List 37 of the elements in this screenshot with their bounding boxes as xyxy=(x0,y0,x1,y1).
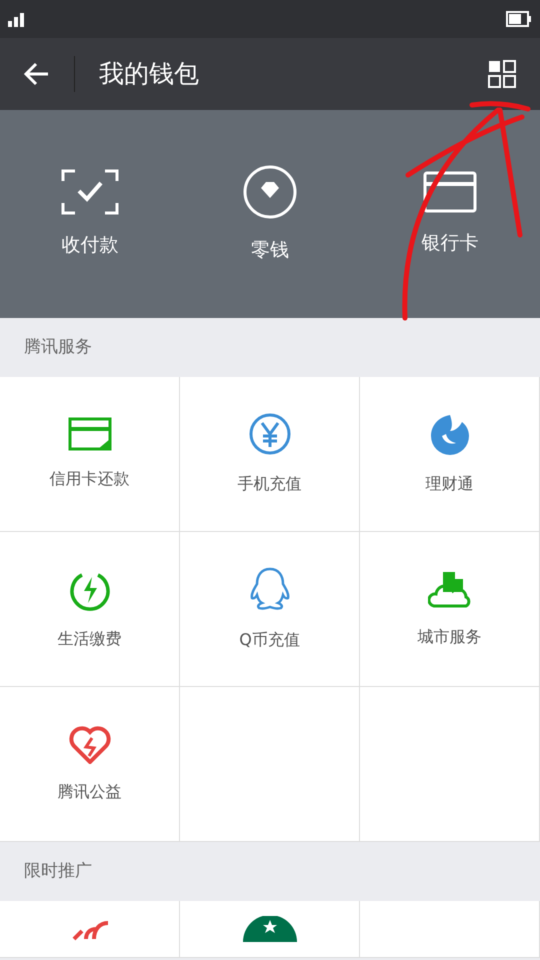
service-label: 腾讯公益 xyxy=(58,781,122,803)
service-label: 理财通 xyxy=(426,473,474,495)
service-tile[interactable] xyxy=(0,901,180,958)
service-tile[interactable]: 信用卡还款 xyxy=(0,377,180,532)
action-label: 零钱 xyxy=(251,238,289,263)
penguin-icon xyxy=(250,566,290,612)
service-tile[interactable] xyxy=(180,901,360,958)
battery-icon xyxy=(506,11,532,27)
service-tile[interactable]: 腾讯公益 xyxy=(0,687,180,842)
grid-menu-icon[interactable] xyxy=(488,60,516,88)
scan-frame-icon xyxy=(61,168,119,215)
service-label: 城市服务 xyxy=(418,626,482,648)
service-label: 手机充值 xyxy=(238,473,302,495)
service-tile[interactable]: 城市服务 xyxy=(360,532,540,687)
page-title: 我的钱包 xyxy=(99,58,199,90)
service-label: 信用卡还款 xyxy=(50,468,130,490)
service-tile[interactable]: 生活缴费 xyxy=(0,532,180,687)
service-tile[interactable]: 手机充值 xyxy=(180,377,360,532)
service-tile[interactable]: Q币充值 xyxy=(180,532,360,687)
service-tile[interactable]: 理财通 xyxy=(360,377,540,532)
heart-icon xyxy=(68,724,112,764)
yen-coin-icon xyxy=(248,412,292,456)
section-title: 限时推广 xyxy=(24,860,92,883)
action-label: 银行卡 xyxy=(422,230,478,256)
service-label: Q币充值 xyxy=(239,629,300,651)
wallet-action[interactable]: 收付款 xyxy=(0,168,180,260)
city-cloud-icon xyxy=(428,569,472,609)
round-star-logo-icon xyxy=(242,916,296,942)
diamond-circle-icon xyxy=(242,164,298,220)
card-icon xyxy=(423,170,477,213)
wallet-action[interactable]: 零钱 xyxy=(180,164,360,264)
action-label: 收付款 xyxy=(62,232,118,258)
credit-card-icon xyxy=(68,417,112,451)
section-title: 腾讯服务 xyxy=(24,336,92,359)
back-arrow-icon[interactable] xyxy=(24,62,50,86)
wallet-action[interactable]: 银行卡 xyxy=(360,170,540,258)
service-label: 生活缴费 xyxy=(58,628,122,650)
